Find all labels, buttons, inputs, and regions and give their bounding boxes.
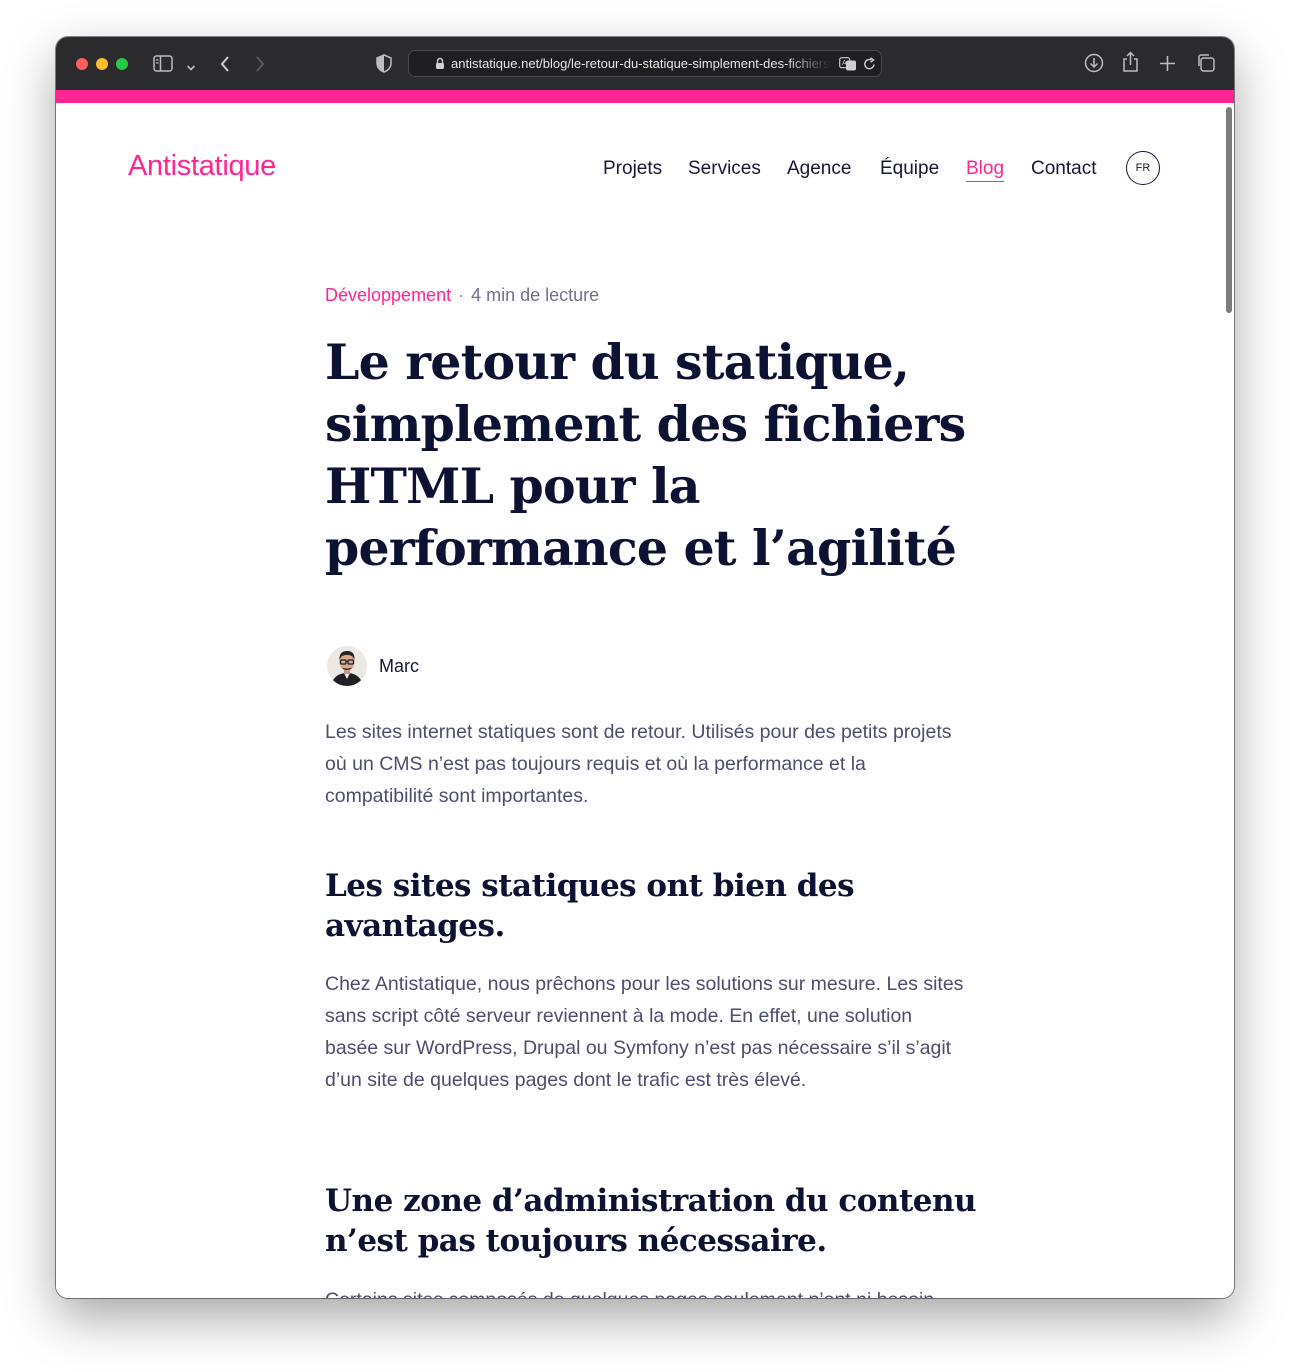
tab-overview-icon[interactable] (1196, 53, 1216, 78)
url-text: antistatique.net/blog/le-retour-du-stati… (451, 56, 831, 71)
article-meta: Développement · 4 min de lecture (325, 285, 599, 306)
nav-agence[interactable]: Agence (787, 158, 851, 180)
forward-arrow-icon[interactable] (254, 55, 266, 78)
close-window-button[interactable] (76, 58, 88, 70)
section-heading-1: Les sites statiques ont bien des avantag… (325, 868, 855, 944)
share-icon[interactable] (1122, 51, 1139, 78)
nav-blog[interactable]: Blog (966, 158, 1005, 182)
browser-toolbar: antistatique.net/blog/le-retour-du-stati… (56, 37, 1234, 90)
site-logo[interactable]: Antistatique (128, 150, 276, 183)
nav-contact[interactable]: Contact (1031, 158, 1096, 180)
lock-icon (435, 57, 445, 75)
author-name[interactable]: Marc (379, 656, 419, 677)
sidebar-toggle-icon[interactable] (153, 55, 173, 77)
author-avatar (327, 646, 367, 686)
browser-window: antistatique.net/blog/le-retour-du-stati… (56, 37, 1234, 1298)
scrollbar-thumb[interactable] (1226, 107, 1232, 313)
reload-icon[interactable] (863, 57, 876, 76)
meta-separator: · (458, 285, 465, 305)
svg-text:A: A (842, 59, 847, 67)
section-heading-2: Une zone d’administration du contenu n’e… (325, 1183, 977, 1259)
privacy-shield-icon[interactable] (376, 54, 392, 78)
reading-time: 4 min de lecture (471, 285, 600, 305)
downloads-icon[interactable] (1084, 53, 1104, 78)
category-link[interactable]: Développement (325, 285, 451, 305)
zoom-window-button[interactable] (116, 58, 128, 70)
nav-equipe[interactable]: Équipe (880, 158, 939, 180)
minimize-window-button[interactable] (96, 58, 108, 70)
article-title: Le retour du statique, simplement des fi… (325, 333, 966, 577)
brand-top-bar (56, 90, 1234, 103)
new-tab-plus-icon[interactable] (1159, 55, 1176, 77)
nav-services[interactable]: Services (688, 158, 761, 180)
nav-projets[interactable]: Projets (603, 158, 662, 180)
address-bar[interactable]: antistatique.net/blog/le-retour-du-stati… (408, 50, 882, 77)
language-switcher[interactable]: FR (1126, 151, 1160, 185)
article-intro: Les sites internet statiques sont de ret… (325, 721, 952, 807)
back-arrow-icon[interactable] (219, 55, 231, 78)
page-viewport: Antistatique Projets Services Agence Équ… (56, 103, 1234, 1298)
translate-icon[interactable]: A (839, 57, 857, 76)
section-body-1: Chez Antistatique, nous prêchons pour le… (325, 973, 964, 1091)
chevron-down-icon[interactable] (186, 59, 196, 77)
section-body-2: Certains sites composés de quelques page… (325, 1284, 965, 1298)
